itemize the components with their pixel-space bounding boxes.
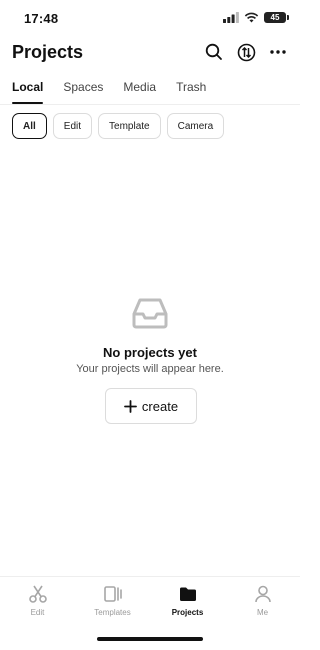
cellular-signal-icon (223, 12, 239, 23)
empty-subtitle: Your projects will appear here. (76, 363, 224, 375)
battery-level: 45 (270, 13, 280, 22)
filter-template[interactable]: Template (98, 113, 161, 139)
filter-chips: All Edit Template Camera (12, 113, 225, 139)
home-indicator[interactable] (97, 637, 203, 641)
filter-camera[interactable]: Camera (166, 113, 225, 139)
wifi-icon (244, 12, 259, 23)
nav-edit[interactable]: Edit (0, 583, 75, 627)
nav-templates[interactable]: Templates (75, 583, 150, 627)
tab-spaces[interactable]: Spaces (63, 78, 103, 104)
tabs-divider (0, 104, 300, 105)
inbox-icon (132, 298, 168, 329)
more-button[interactable] (268, 42, 288, 62)
nav-me[interactable]: Me (225, 583, 300, 627)
person-icon (254, 585, 271, 603)
nav-me-label: Me (256, 608, 269, 617)
tab-trash[interactable]: Trash (176, 78, 206, 104)
page-header: Projects (12, 42, 288, 66)
tab-local[interactable]: Local (12, 78, 44, 104)
search-icon (205, 43, 222, 60)
nav-projects-label: Projects (171, 608, 204, 617)
templates-icon (103, 586, 122, 602)
create-button[interactable]: create (105, 388, 197, 424)
nav-projects[interactable]: Projects (150, 583, 225, 627)
project-tabs: Local Spaces Media Trash (12, 78, 288, 104)
header-actions (204, 42, 288, 62)
empty-title: No projects yet (103, 345, 197, 360)
status-icons: 45 (223, 12, 289, 23)
status-time: 17:48 (24, 11, 59, 26)
page-title: Projects (12, 42, 84, 62)
search-button[interactable] (204, 42, 224, 62)
sync-button[interactable] (236, 42, 256, 62)
nav-templates-label: Templates (94, 608, 131, 617)
scissors-icon (28, 585, 47, 603)
filter-edit[interactable]: Edit (52, 113, 93, 139)
more-icon (270, 50, 286, 54)
status-bar: 17:48 45 (0, 0, 300, 38)
create-label: create (141, 398, 179, 414)
filter-all[interactable]: All (12, 113, 47, 139)
plus-icon (124, 399, 137, 413)
battery-icon: 45 (264, 12, 289, 23)
nav-edit-label: Edit (30, 608, 45, 617)
sync-icon (237, 43, 255, 61)
tab-media[interactable]: Media (123, 78, 156, 104)
folder-icon (179, 587, 196, 601)
empty-state: No projects yet Your projects will appea… (0, 296, 300, 375)
